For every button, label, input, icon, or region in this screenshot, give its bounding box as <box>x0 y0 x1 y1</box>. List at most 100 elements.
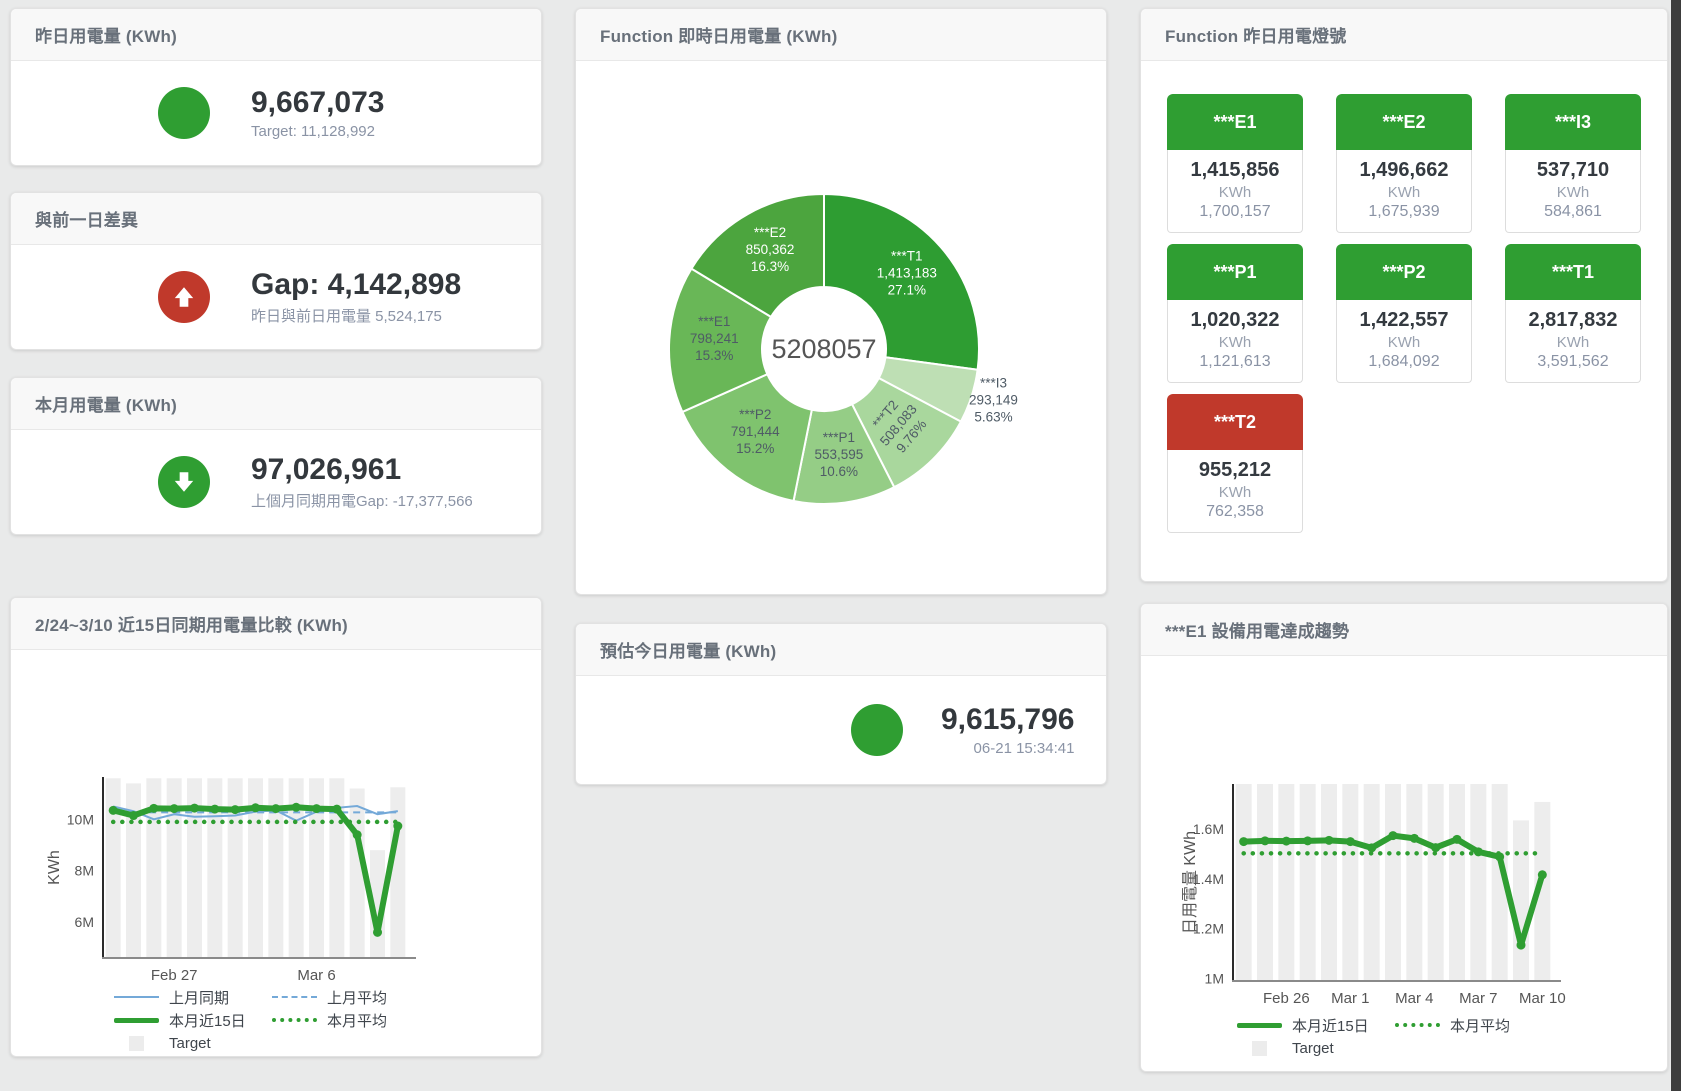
tile-value: 955,212 <box>1168 459 1302 482</box>
legend-item[interactable]: 本月近15日 <box>1237 1014 1395 1036</box>
tile-value: 1,415,856 <box>1168 159 1302 182</box>
tile-body: 1,422,557KWh1,684,092 <box>1336 300 1472 383</box>
tile-value: 537,710 <box>1506 159 1640 182</box>
card-e1-trend: ***E1 設備用電達成趨勢 1M1.2M1.4M1.6MFeb 26Mar 1… <box>1140 603 1668 1072</box>
month-usage-value: 97,026,961 <box>251 453 473 487</box>
legend-label: 上月平均 <box>327 987 387 1008</box>
x-tick-label: Mar 4 <box>1395 990 1433 1007</box>
card-title: Function 即時日用電量 (KWh) <box>576 9 1106 61</box>
legend-label: 本月平均 <box>1450 1015 1510 1036</box>
legend-swatch-icon <box>1395 1023 1440 1027</box>
card-title: 預估今日用電量 (KWh) <box>576 624 1106 676</box>
card-estimate-today: 預估今日用電量 (KWh) 9,615,796 06-21 15:34:41 <box>575 623 1107 785</box>
status-circle-green-icon <box>851 704 903 756</box>
comparison-chart: 6M8M10MFeb 27Mar 6KWh <box>11 650 541 986</box>
trend-chart-legend: 本月近15日 本月平均 Target <box>1237 1014 1510 1059</box>
card-title: ***E1 設備用電達成趨勢 <box>1141 604 1667 656</box>
status-tile: ***T2955,212KWh762,358 <box>1167 394 1303 533</box>
series-point <box>332 805 341 814</box>
target-bar <box>1470 784 1486 981</box>
series-point <box>1346 837 1355 846</box>
y-axis-label: 日用電量 KWh <box>1182 831 1199 934</box>
legend-item[interactable]: 上月平均 <box>272 986 387 1008</box>
y-tick-label: 1M <box>1205 971 1224 987</box>
x-tick-label: Mar 6 <box>297 967 335 984</box>
series-point <box>353 830 362 839</box>
estimate-value: 9,615,796 <box>941 703 1074 737</box>
legend-label: 本月近15日 <box>169 1010 246 1031</box>
target-bar <box>1342 784 1358 981</box>
scrollbar[interactable] <box>1671 0 1681 1091</box>
series-point <box>1538 870 1547 879</box>
legend-swatch-icon <box>114 996 159 998</box>
card-title: 2/24~3/10 近15日同期用電量比較 (KWh) <box>11 598 541 650</box>
tile-unit: KWh <box>1168 484 1302 501</box>
y-axis-label: KWh <box>46 850 63 885</box>
target-bar <box>106 778 121 958</box>
legend-item[interactable]: 上月同期 <box>114 986 272 1008</box>
month-usage-gap: 上個月同期用電Gap: -17,377,566 <box>251 490 473 511</box>
card-realtime-donut: Function 即時日用電量 (KWh) ***T11,413,18327.1… <box>575 8 1107 595</box>
tile-target-value: 1,684,092 <box>1337 353 1471 371</box>
x-tick-label: Mar 7 <box>1459 990 1497 1007</box>
tile-unit: KWh <box>1337 184 1471 201</box>
legend-item[interactable]: 本月近15日 <box>114 1009 272 1031</box>
series-point <box>271 804 280 813</box>
series-point <box>292 803 301 812</box>
legend-item[interactable]: 本月平均 <box>272 1009 387 1031</box>
legend-item[interactable]: Target <box>114 1032 272 1054</box>
target-bar <box>1321 784 1337 981</box>
legend-swatch-icon <box>272 1018 317 1022</box>
tile-target-value: 3,591,562 <box>1506 353 1640 371</box>
donut-chart: ***T11,413,18327.1%***I3293,1495.63%***T… <box>576 61 1106 594</box>
legend-item[interactable]: 本月平均 <box>1395 1014 1510 1036</box>
card-title: 本月用電量 (KWh) <box>11 378 541 430</box>
tile-body: 955,212KWh762,358 <box>1167 450 1303 533</box>
tile-target-value: 1,121,613 <box>1168 353 1302 371</box>
card-yesterday-usage: 昨日用電量 (KWh) 9,667,073 Target: 11,128,992 <box>10 8 542 166</box>
target-bar <box>1236 784 1252 981</box>
tile-unit: KWh <box>1168 334 1302 351</box>
card-title: 與前一日差異 <box>11 193 541 245</box>
status-tile: ***T12,817,832KWh3,591,562 <box>1505 244 1641 383</box>
estimate-timestamp: 06-21 15:34:41 <box>941 740 1074 757</box>
donut-slice-label: ***I3293,1495.63% <box>969 375 1018 424</box>
tile-label: ***E2 <box>1336 94 1472 150</box>
series-point <box>1261 836 1270 845</box>
status-tile: ***P11,020,322KWh1,121,613 <box>1167 244 1303 383</box>
target-bar <box>1428 784 1444 981</box>
tile-body: 2,817,832KWh3,591,562 <box>1505 300 1641 383</box>
legend-item[interactable]: Target <box>1237 1037 1395 1059</box>
y-tick-label: 8M <box>75 863 94 879</box>
series-point <box>1431 843 1440 852</box>
tile-label: ***P1 <box>1167 244 1303 300</box>
series-point <box>210 805 219 814</box>
series-point <box>1453 835 1462 844</box>
lights-tile-grid: ***E11,415,856KWh1,700,157 ***E2 1,496,662… <box>1141 61 1667 533</box>
legend-label: Target <box>1292 1040 1334 1057</box>
series-point <box>1239 837 1248 846</box>
legend-swatch-icon <box>1252 1041 1267 1056</box>
legend-swatch-icon <box>272 996 317 998</box>
series-point <box>1389 831 1398 840</box>
legend-label: 本月近15日 <box>1292 1015 1369 1036</box>
x-tick-label: Mar 1 <box>1331 990 1369 1007</box>
yesterday-usage-target: Target: 11,128,992 <box>251 123 384 140</box>
series-point <box>373 928 382 937</box>
gap-subtext: 昨日與前日用電量 5,524,175 <box>251 305 461 326</box>
series-point <box>190 804 199 813</box>
tile-value: 1,496,662 <box>1337 159 1471 182</box>
status-tile: ***E11,415,856KWh1,700,157 <box>1167 94 1303 233</box>
tile-body: 1,496,662KWh1,675,939 <box>1336 150 1472 233</box>
tile-label: ***T1 <box>1505 244 1641 300</box>
x-tick-label: Feb 27 <box>151 967 198 984</box>
target-bar <box>1278 784 1294 981</box>
status-tile: ***P21,422,557KWh1,684,092 <box>1336 244 1472 383</box>
target-bar <box>1257 784 1273 981</box>
tile-label: ***I3 <box>1505 94 1641 150</box>
yesterday-usage-value: 9,667,073 <box>251 86 384 120</box>
tile-value: 2,817,832 <box>1506 309 1640 332</box>
tile-target-value: 1,700,157 <box>1168 203 1302 221</box>
target-bar <box>1449 784 1465 981</box>
tile-label: ***T2 <box>1167 394 1303 450</box>
